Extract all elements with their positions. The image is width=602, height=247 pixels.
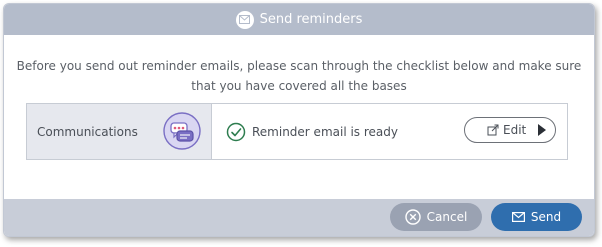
cancel-button-label: Cancel (426, 210, 468, 224)
intro-text: Before you send out reminder emails, ple… (4, 56, 594, 96)
caret-right-icon (538, 124, 546, 136)
send-button-label: Send (530, 210, 562, 224)
external-edit-icon (487, 124, 499, 136)
edit-button[interactable]: Edit (464, 117, 556, 143)
dialog-footer: Cancel Send (4, 199, 594, 236)
checklist-row-label-cell: Communications (27, 104, 212, 159)
intro-line-1: Before you send out reminder emails, ple… (16, 59, 582, 73)
intro-line-2: that you have covered all the bases (191, 79, 407, 93)
envelope-icon (511, 212, 525, 222)
envelope-icon (235, 10, 254, 29)
send-reminders-dialog: Send reminders Before you send out remin… (3, 3, 595, 237)
send-button[interactable]: Send (491, 203, 582, 231)
dialog-titlebar: Send reminders (4, 4, 594, 35)
checklist-row-label: Communications (37, 124, 138, 139)
checklist-row: Communications Reminder email is ready E… (26, 103, 568, 160)
x-circle-icon (404, 209, 421, 225)
checklist-row-status-cell: Reminder email is ready Edit (212, 104, 567, 159)
cancel-button[interactable]: Cancel (390, 203, 482, 231)
dialog-title: Send reminders (259, 12, 363, 27)
chat-bubbles-icon (163, 112, 201, 150)
checklist-status-text: Reminder email is ready (252, 124, 398, 139)
edit-button-label: Edit (503, 123, 527, 137)
check-circle-icon (226, 122, 246, 141)
